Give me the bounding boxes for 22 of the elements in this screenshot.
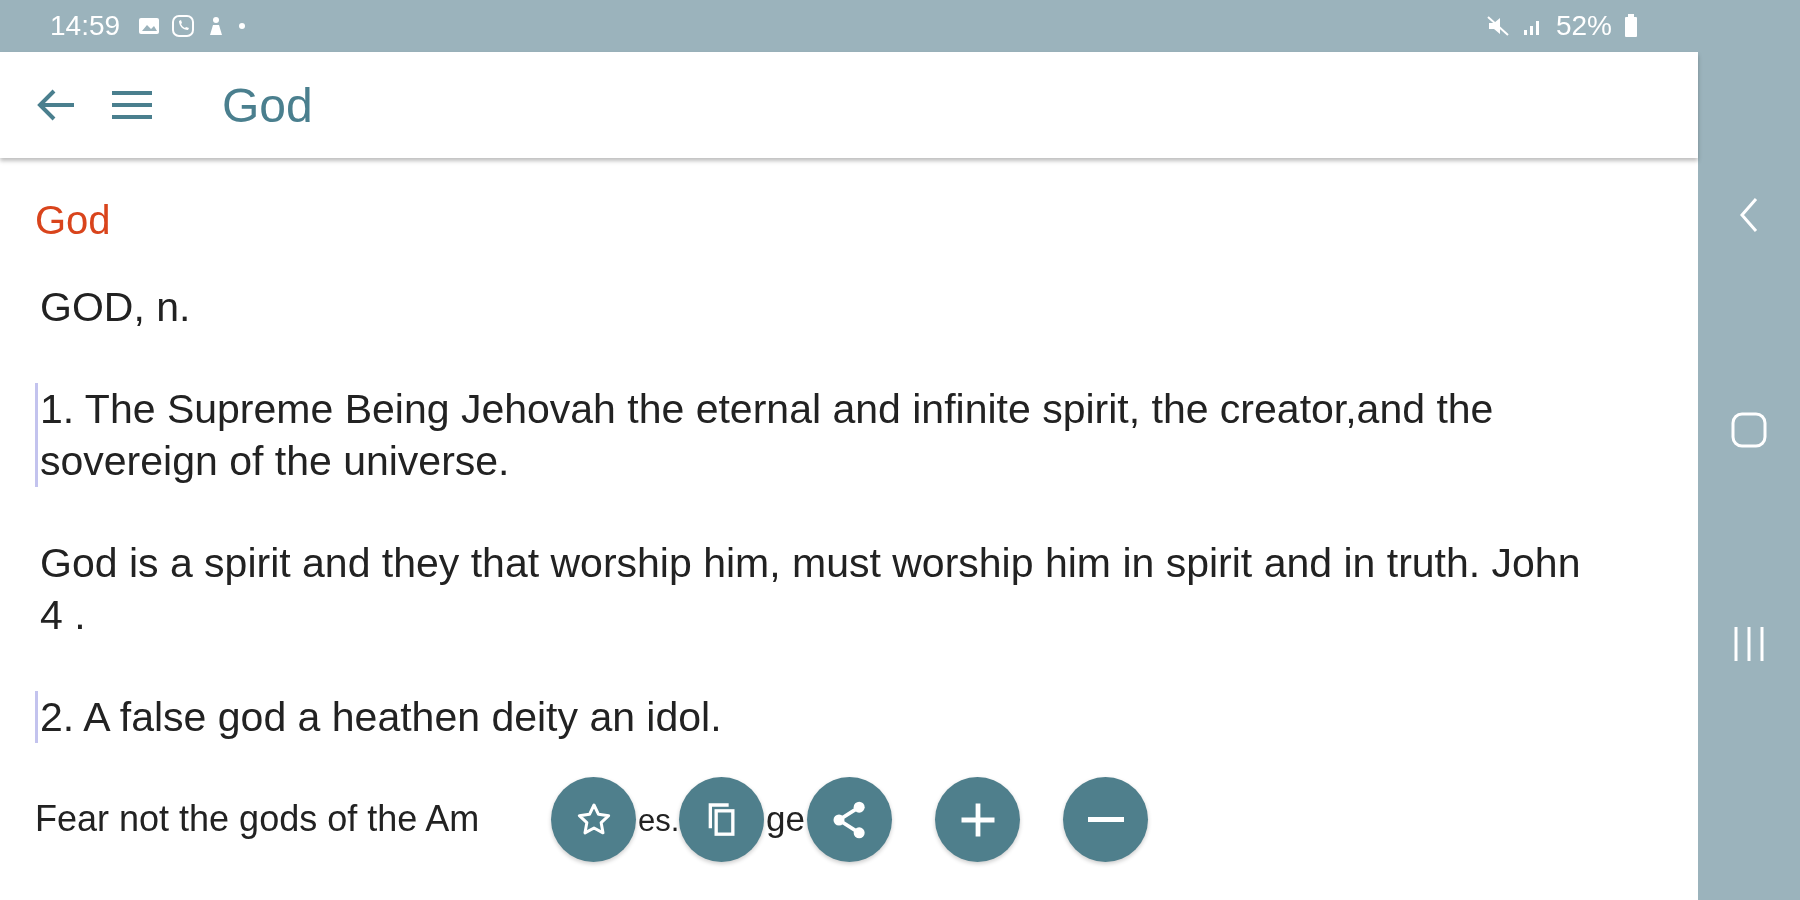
share-button[interactable] (807, 777, 892, 862)
minus-icon (1087, 817, 1124, 822)
partial-text: ge (766, 798, 805, 840)
battery-text: 52% (1555, 10, 1612, 42)
definition-paragraph: 2. A false god a heathen deity an idol. (35, 691, 1600, 743)
clock-text: 14:59 (50, 10, 121, 42)
entry-heading: God (35, 198, 112, 243)
zoom-in-button[interactable] (935, 777, 1020, 862)
partial-text: es. (638, 802, 680, 840)
definition-paragraph: 1. The Supreme Being Jehovah the eternal and infinite spirit, the creator,and the sovereign of the universe. (35, 383, 1600, 487)
copy-button[interactable] (679, 777, 764, 862)
definition-paragraph: God is a spirit and they that worship him, must worship him in spirit and in truth. John 4 . (39, 539, 1582, 640)
headword-text: GOD, n. (39, 283, 192, 332)
toolbar-title: God (222, 77, 313, 133)
dot-icon (238, 22, 247, 30)
image-icon (138, 16, 161, 36)
zoom-out-button[interactable] (1063, 777, 1148, 862)
partial-text: Fear not the gods of the Am (35, 797, 481, 841)
phone-icon (172, 15, 195, 37)
favorite-button[interactable] (551, 777, 636, 862)
mute-icon (1485, 15, 1510, 37)
battery-icon (1624, 14, 1638, 38)
